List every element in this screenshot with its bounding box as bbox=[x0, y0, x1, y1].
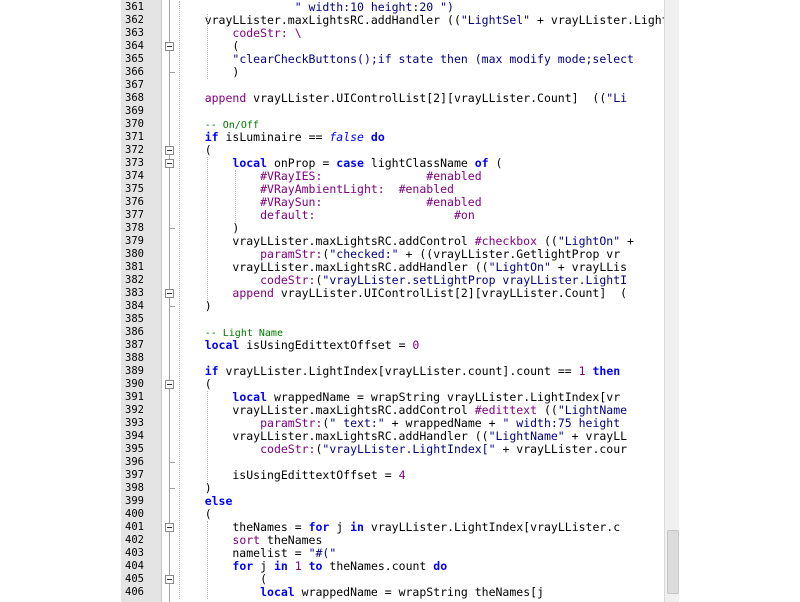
line-number: 389 bbox=[125, 365, 144, 377]
line-number: 368 bbox=[125, 92, 144, 104]
line-number: 382 bbox=[125, 274, 144, 286]
code-line[interactable]: if vrayLLister.LightIndex[vrayLLister.co… bbox=[177, 365, 620, 378]
fold-toggle-icon[interactable] bbox=[165, 523, 174, 532]
line-number: 399 bbox=[125, 495, 144, 507]
fold-toggle-icon[interactable] bbox=[165, 289, 174, 298]
line-number: 362 bbox=[125, 14, 144, 26]
line-number: 402 bbox=[125, 534, 144, 546]
line-number: 386 bbox=[125, 326, 144, 338]
line-number: 398 bbox=[125, 482, 144, 494]
line-number: 401 bbox=[125, 521, 144, 533]
code-line[interactable]: append vrayLLister.UIControlList[2][vray… bbox=[177, 287, 627, 300]
line-number: 378 bbox=[125, 222, 144, 234]
line-number: 397 bbox=[125, 469, 144, 481]
fold-end-tick bbox=[169, 462, 175, 463]
fold-end-tick bbox=[169, 488, 175, 489]
fold-end-tick bbox=[169, 306, 175, 307]
scrollbar-thumb[interactable] bbox=[667, 530, 679, 594]
line-number: 373 bbox=[125, 157, 144, 169]
line-number: 370 bbox=[125, 118, 144, 130]
indent-guide bbox=[207, 391, 208, 482]
line-number: 374 bbox=[125, 170, 144, 182]
line-number: 380 bbox=[125, 248, 144, 260]
line-number: 404 bbox=[125, 560, 144, 572]
line-number: 400 bbox=[125, 508, 144, 520]
line-number: 390 bbox=[125, 378, 144, 390]
fold-toggle-icon[interactable] bbox=[165, 575, 174, 584]
line-number: 384 bbox=[125, 300, 144, 312]
line-number: 371 bbox=[125, 131, 144, 143]
indent-guide bbox=[235, 170, 236, 222]
fold-toggle-icon[interactable] bbox=[165, 146, 174, 155]
fold-toggle-icon[interactable] bbox=[165, 380, 174, 389]
line-number: 377 bbox=[125, 209, 144, 221]
line-number: 383 bbox=[125, 287, 144, 299]
line-number: 394 bbox=[125, 430, 144, 442]
line-number: 385 bbox=[125, 313, 144, 325]
code-line[interactable]: ) bbox=[177, 300, 212, 313]
fold-end-tick bbox=[169, 228, 175, 229]
line-number-gutter: 361 362 363 364 365 366 367 368 369 370 371 372 373 3… bbox=[121, 0, 162, 602]
code-line[interactable]: local wrappedName = wrapString theNames[… bbox=[177, 586, 544, 599]
fold-toggle-icon[interactable] bbox=[165, 159, 174, 168]
line-number: 363 bbox=[125, 27, 144, 39]
line-number: 406 bbox=[125, 586, 144, 598]
fold-toggle-icon[interactable] bbox=[165, 42, 174, 51]
line-number: 364 bbox=[125, 40, 144, 52]
code-line[interactable]: ) bbox=[177, 66, 239, 79]
vertical-scrollbar[interactable] bbox=[664, 0, 679, 602]
line-number: 375 bbox=[125, 183, 144, 195]
code-area[interactable]: " width:10 height:20 ") vrayLLister.maxL… bbox=[177, 0, 664, 602]
line-number: 403 bbox=[125, 547, 144, 559]
line-number: 392 bbox=[125, 404, 144, 416]
line-number: 366 bbox=[125, 66, 144, 78]
line-number: 369 bbox=[125, 105, 144, 117]
line-number: 361 bbox=[125, 1, 144, 13]
indent-guide bbox=[207, 14, 208, 79]
code-line[interactable]: "clearCheckButtons();if state then (max … bbox=[177, 53, 634, 66]
code-line[interactable]: codeStr:("vrayLLister.LightIndex[" + vra… bbox=[177, 443, 627, 456]
line-number: 387 bbox=[125, 339, 144, 351]
line-number: 381 bbox=[125, 261, 144, 273]
line-number: 376 bbox=[125, 196, 144, 208]
line-number: 396 bbox=[125, 456, 144, 468]
indent-guide bbox=[207, 157, 208, 300]
line-number: 365 bbox=[125, 53, 144, 65]
fold-end-tick bbox=[169, 72, 175, 73]
indent-guide bbox=[179, 1, 180, 599]
indent-guide bbox=[207, 521, 208, 599]
fold-margin[interactable] bbox=[162, 0, 177, 602]
fold-tree-line bbox=[169, 0, 170, 602]
line-number: 405 bbox=[125, 573, 144, 585]
code-line[interactable]: local isUsingEdittextOffset = 0 bbox=[177, 339, 420, 352]
line-number: 379 bbox=[125, 235, 144, 247]
code-line[interactable]: append vrayLLister.UIControlList[2][vray… bbox=[177, 92, 627, 105]
line-number: 391 bbox=[125, 391, 144, 403]
line-number: 395 bbox=[125, 443, 144, 455]
line-number: 393 bbox=[125, 417, 144, 429]
code-editor[interactable]: 361 362 363 364 365 366 367 368 369 370 371 372 373 3… bbox=[121, 0, 679, 602]
line-number: 388 bbox=[125, 352, 144, 364]
line-number: 372 bbox=[125, 144, 144, 156]
line-number: 367 bbox=[125, 79, 144, 91]
